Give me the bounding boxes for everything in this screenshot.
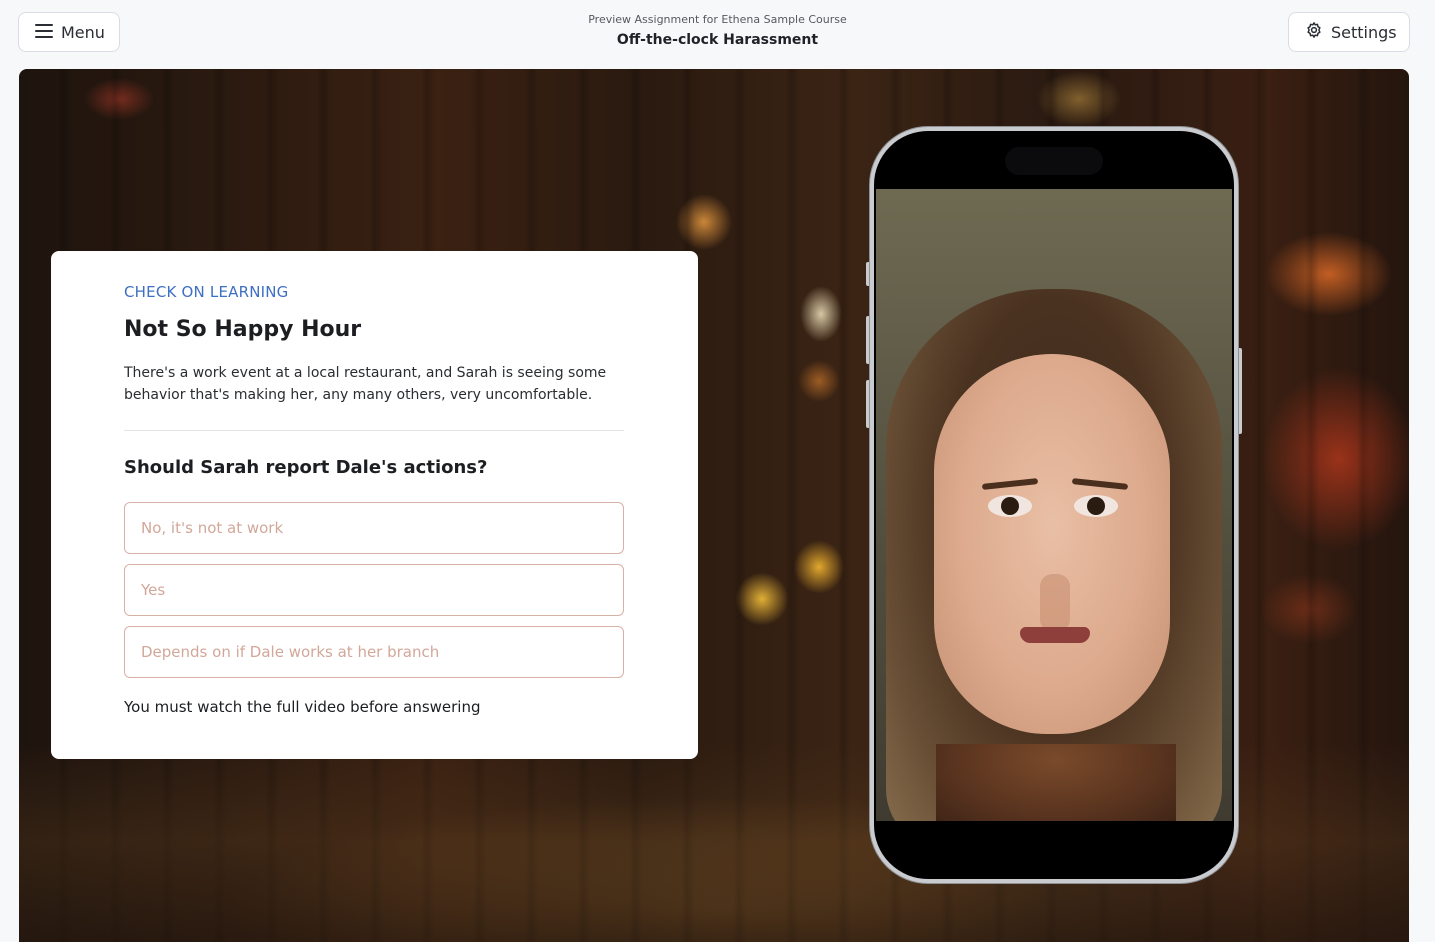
watch-notice: You must watch the full video before ans… — [124, 698, 481, 716]
video-person-shirt — [936, 744, 1176, 821]
gear-icon — [1305, 21, 1323, 43]
lesson-title: Off-the-clock Harassment — [616, 32, 819, 48]
video-person-eye — [988, 495, 1032, 517]
page-heading: Preview Assignment for Ethena Sample Cou… — [0, 12, 1435, 48]
card-title: Not So Happy Hour — [124, 317, 362, 342]
video-player[interactable] — [876, 189, 1232, 821]
video-person-nose — [1040, 574, 1070, 634]
video-person-eye — [1074, 495, 1118, 517]
top-bar: Menu Preview Assignment for Ethena Sampl… — [0, 0, 1435, 68]
question-text: Should Sarah report Dale's actions? — [124, 457, 488, 478]
card-description: There's a work event at a local restaura… — [124, 365, 607, 403]
card-eyebrow: CHECK ON LEARNING — [124, 283, 289, 301]
answer-option[interactable]: No, it's not at work — [124, 502, 624, 554]
video-person-face — [934, 354, 1170, 734]
answer-option[interactable]: Depends on if Dale works at her branch — [124, 626, 624, 678]
answer-options: No, it's not at work Yes Depends on if D… — [124, 502, 624, 678]
assignment-subtitle: Preview Assignment for Ethena Sample Cou… — [588, 13, 847, 26]
video-person-mouth — [1020, 627, 1090, 643]
card-divider — [124, 430, 624, 431]
settings-label: Settings — [1331, 22, 1397, 42]
phone-dynamic-island — [1005, 147, 1103, 175]
settings-button[interactable]: Settings — [1288, 12, 1410, 52]
answer-option[interactable]: Yes — [124, 564, 624, 616]
question-card: CHECK ON LEARNING Not So Happy Hour Ther… — [51, 251, 698, 759]
